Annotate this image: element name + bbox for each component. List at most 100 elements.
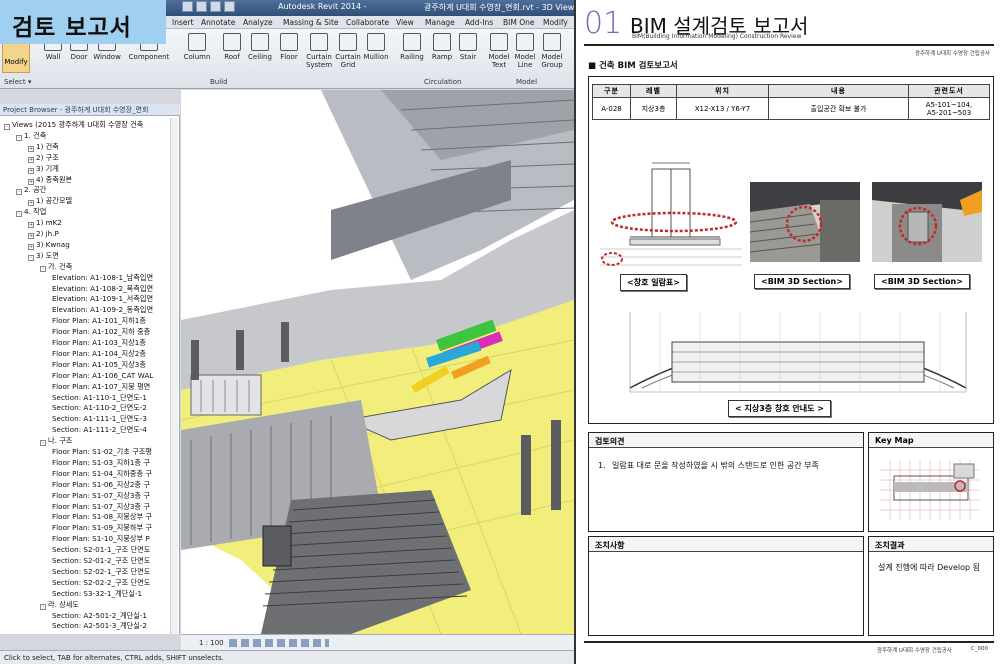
- tree-item[interactable]: +2) 구조: [28, 153, 59, 163]
- 3d-viewport[interactable]: [181, 90, 574, 634]
- mullion-button[interactable]: Mullion: [362, 33, 390, 61]
- tree-item[interactable]: Elevation: A1-108-1_남측입면: [52, 273, 153, 282]
- curtain-grid-button[interactable]: Curtain Grid: [334, 33, 362, 69]
- expand-icon[interactable]: +: [28, 243, 34, 250]
- tree-item[interactable]: Section: A2-501-3_계단실-2: [52, 621, 147, 630]
- tree-item[interactable]: Section: S2-02-1_구조 단면도: [52, 567, 150, 576]
- tree-item[interactable]: Elevation: A1-109-2_동측입면: [52, 305, 153, 314]
- tree-item[interactable]: Floor Plan: A1-103_지상1층: [52, 338, 146, 347]
- model-group-button[interactable]: Model Group: [538, 33, 566, 69]
- tab-modify[interactable]: Modify: [543, 18, 568, 27]
- stair-button[interactable]: Stair: [456, 33, 480, 61]
- floor-button[interactable]: Floor: [276, 33, 302, 61]
- expand-icon[interactable]: +: [28, 167, 34, 174]
- railing-button[interactable]: Railing: [398, 33, 426, 61]
- tree-item[interactable]: Floor Plan: S1-07_지상3층 구: [52, 502, 150, 511]
- tree-item[interactable]: +3) Kwnag: [28, 240, 70, 250]
- tab-annotate[interactable]: Annotate: [201, 18, 235, 27]
- tree-item[interactable]: +1) 공간모델: [28, 196, 72, 207]
- expand-icon[interactable]: +: [28, 156, 34, 163]
- quick-access-toolbar[interactable]: [182, 1, 235, 15]
- tab-bim-one[interactable]: BIM One: [503, 18, 534, 27]
- tree-item[interactable]: Floor Plan: S1-04_지하중층 구: [52, 469, 152, 478]
- expand-icon[interactable]: +: [28, 233, 34, 239]
- view-control-icons[interactable]: [229, 639, 329, 647]
- tree-item[interactable]: Floor Plan: S1-02_기초 구조평: [52, 447, 152, 456]
- tree-item-label: Floor Plan: S1-07_지상3층 구: [52, 501, 150, 511]
- ramp-icon: [433, 33, 451, 51]
- tree-item[interactable]: Section: S2-02-2_구조 단면도: [52, 578, 150, 587]
- collapse-icon[interactable]: -: [40, 440, 46, 447]
- tree-item[interactable]: - 라. 상세도: [40, 600, 79, 610]
- tree-item[interactable]: +1) mK2: [28, 218, 62, 229]
- tree-item[interactable]: Elevation: A1-109-1_서측입면: [52, 294, 153, 303]
- expand-icon[interactable]: +: [28, 178, 34, 185]
- tree-item[interactable]: Section: S2-01-2_구조 단면도: [52, 556, 150, 565]
- expand-icon[interactable]: +: [28, 145, 34, 152]
- tree-item[interactable]: Section: S2-01-1_구조 단면도: [52, 545, 150, 554]
- collapse-icon[interactable]: -: [4, 124, 10, 130]
- collapse-icon[interactable]: -: [16, 134, 22, 141]
- model-text-button[interactable]: Model Text: [486, 33, 512, 69]
- open-icon[interactable]: [182, 1, 193, 12]
- tree-item[interactable]: Floor Plan: S1-03_지하1층 구: [52, 458, 150, 467]
- tree-item[interactable]: Section: A1-111-1_단면도-3: [52, 414, 147, 423]
- tree-item[interactable]: Section: A2-501-2_계단실-1: [52, 611, 147, 620]
- tab-analyze[interactable]: Analyze: [243, 18, 273, 27]
- tree-item[interactable]: +4) 종축원본: [28, 175, 72, 185]
- tree-item[interactable]: Floor Plan: S1-07_지상3층 구: [52, 491, 150, 500]
- tree-item[interactable]: - 가. 건축: [40, 262, 72, 272]
- tree-item[interactable]: Elevation: A1-108-2_북측입면: [52, 284, 153, 293]
- collapse-icon[interactable]: -: [16, 189, 22, 196]
- tree-item[interactable]: Floor Plan: A1-106_CAT WAL: [52, 371, 153, 380]
- tree-item[interactable]: Floor Plan: S1-09_지붕하부 구: [52, 523, 152, 532]
- tab-view[interactable]: View: [396, 18, 414, 27]
- curtain-system-button[interactable]: Curtain System: [304, 33, 334, 69]
- tree-item[interactable]: Floor Plan: A1-102_지하 중층: [52, 327, 150, 336]
- tab-insert[interactable]: Insert: [172, 18, 194, 27]
- tree-item[interactable]: +3) 기계: [28, 164, 59, 174]
- tab-manage[interactable]: Manage: [425, 18, 455, 27]
- tree-item[interactable]: -3) 도면: [28, 251, 59, 261]
- tree-item[interactable]: Floor Plan: A1-107_지붕 평면: [52, 382, 150, 391]
- tree-item[interactable]: -2. 공간: [16, 185, 46, 196]
- collapse-icon[interactable]: -: [28, 254, 34, 261]
- tree-item[interactable]: Section: S3-32-1_계단실-1: [52, 589, 142, 598]
- view-scale[interactable]: 1 : 100: [199, 639, 224, 647]
- tab-add-ins[interactable]: Add-Ins: [465, 18, 493, 27]
- tree-item[interactable]: - 나. 구조: [40, 436, 72, 447]
- collapse-icon[interactable]: -: [16, 211, 22, 218]
- tree-item[interactable]: Floor Plan: A1-105_지상3층: [52, 360, 146, 369]
- tree-item[interactable]: Section: A1-111-2_단면도-4: [52, 425, 147, 434]
- tree-item[interactable]: - Views (2015 광주하계 U대회 수영장 건축: [4, 120, 143, 130]
- project-browser-scrollbar[interactable]: [170, 118, 178, 634]
- tree-item[interactable]: -1. 건축: [16, 131, 46, 141]
- undo-icon[interactable]: [210, 1, 221, 12]
- redo-icon[interactable]: [224, 1, 235, 12]
- save-icon[interactable]: [196, 1, 207, 12]
- expand-icon[interactable]: +: [28, 200, 34, 207]
- collapse-icon[interactable]: -: [40, 603, 46, 610]
- tree-item[interactable]: +2) jh.P: [28, 229, 59, 239]
- tree-item[interactable]: Section: A1-110-2_단면도-2: [52, 403, 147, 412]
- tree-item[interactable]: Floor Plan: A1-101_지하1층: [52, 316, 146, 325]
- collapse-icon[interactable]: -: [40, 265, 46, 272]
- ceiling-button[interactable]: Ceiling: [246, 33, 274, 61]
- ramp-button[interactable]: Ramp: [430, 33, 454, 61]
- tree-item[interactable]: Floor Plan: A1-104_지상2층: [52, 349, 146, 358]
- tree-item[interactable]: Section: A1-110-1_단면도-1: [52, 393, 147, 402]
- roof-button[interactable]: Roof: [220, 33, 244, 61]
- tab-massing-site[interactable]: Massing & Site: [283, 18, 339, 27]
- tree-item[interactable]: Floor Plan: S1-10_지붕상부 P: [52, 534, 150, 543]
- tree-item[interactable]: -4. 작업: [16, 207, 46, 218]
- model-line-button[interactable]: Model Line: [512, 33, 538, 69]
- footer-project: 광주하계 U대회 수영장 건립공사: [876, 648, 952, 654]
- tree-item-label: Floor Plan: S1-10_지붕상부 P: [52, 534, 150, 544]
- tree-item[interactable]: Floor Plan: S1-06_지상2층 구: [52, 480, 150, 489]
- expand-icon[interactable]: +: [28, 222, 34, 229]
- tab-collaborate[interactable]: Collaborate: [346, 18, 389, 27]
- tree-item[interactable]: Floor Plan: S1-08_지붕상부 구: [52, 512, 152, 521]
- select-dropdown[interactable]: Select ▾: [4, 78, 31, 86]
- tree-item[interactable]: +1) 건축: [28, 142, 59, 152]
- column-button[interactable]: Column: [182, 33, 212, 61]
